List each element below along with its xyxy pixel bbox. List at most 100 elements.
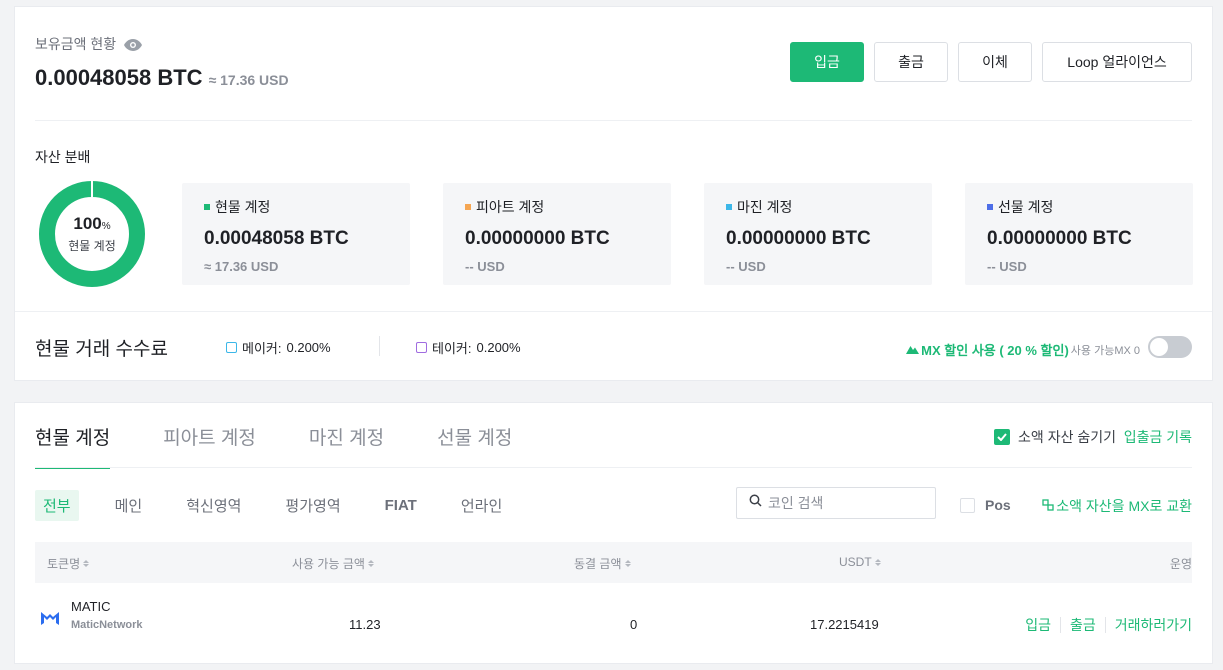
balance-btc: 0.00048058 BTC (35, 65, 203, 90)
account-usd: -- USD (726, 259, 766, 274)
subtab-innovation[interactable]: 혁신영역 (178, 490, 249, 521)
hide-small-label: 소액 자산 숨기기 (1018, 429, 1116, 445)
mx-discount-label: MX 할인 사용 ( 20 % 할인) (921, 343, 1069, 358)
sort-icon (83, 560, 90, 567)
taker-icon (416, 342, 427, 353)
account-value: 0.00000000 BTC (465, 228, 610, 249)
account-value: 0.00048058 BTC (204, 228, 349, 249)
maker-fee: 메이커: 0.200% (226, 338, 331, 357)
zone-filter-tabs: 전부 메인 혁신영역 평가영역 FIAT 언라인 (35, 490, 510, 521)
donut-center: 100% 현물 계정 (37, 179, 147, 289)
account-value: 0.00000000 BTC (987, 228, 1132, 249)
available-amount: 11.23 (349, 617, 381, 632)
account-name: 피아트 계정 (476, 199, 545, 215)
toggle-knob (1150, 338, 1168, 356)
mx-available: 사용 가능MX 0 (1070, 344, 1140, 357)
loop-alliance-button[interactable]: Loop 얼라이언스 (1042, 42, 1192, 82)
spot-color-marker (204, 204, 210, 210)
balance-usd: ≈ 17.36 USD (208, 72, 289, 88)
tab-spot[interactable]: 현물 계정 (35, 423, 111, 469)
donut-percent: 100% (73, 214, 111, 233)
tab-margin[interactable]: 마진 계정 (309, 423, 384, 469)
overview-title: 보유금액 현황 (35, 36, 117, 52)
token-fullname: MaticNetwork (71, 619, 143, 631)
row-actions: 입금 출금 거래하러가기 (1016, 615, 1192, 635)
mx-icon (906, 342, 920, 357)
fee-separator (379, 336, 380, 356)
sort-icon (624, 560, 631, 567)
table-header: 토큰명 사용 가능 금액 동결 금액 USDT 운영 (35, 542, 1192, 583)
pos-filter[interactable]: Pos (960, 497, 1011, 513)
deposit-withdraw-history-link[interactable]: 입출금 기록 (1124, 427, 1192, 447)
account-value: 0.00000000 BTC (726, 228, 871, 249)
convert-label: 소액 자산을 MX로 교환 (1056, 498, 1192, 514)
pos-label: Pos (985, 497, 1011, 513)
search-input[interactable] (768, 495, 928, 511)
account-card-margin[interactable]: 마진 계정 0.00000000 BTC -- USD (704, 183, 932, 285)
account-name: 마진 계정 (737, 199, 793, 215)
fiat-color-marker (465, 204, 471, 210)
matic-icon (38, 606, 62, 630)
col-frozen[interactable]: 동결 금액 (574, 555, 631, 572)
convert-small-assets-link[interactable]: 소액 자산을 MX로 교환 (1042, 496, 1192, 516)
maker-label: 메이커: (242, 341, 282, 356)
row-deposit-link[interactable]: 입금 (1016, 615, 1060, 635)
taker-value: 0.200% (476, 340, 521, 355)
overview-header: 보유금액 현황 (35, 34, 143, 54)
maker-icon (226, 342, 237, 353)
eye-icon[interactable] (124, 38, 143, 51)
coin-search[interactable] (736, 487, 936, 519)
account-usd: -- USD (987, 259, 1027, 274)
row-withdraw-link[interactable]: 출금 (1061, 615, 1105, 635)
total-balance: 0.00048058 BTC ≈ 17.36 USD (35, 65, 289, 91)
fee-title: 현물 거래 수수료 (35, 339, 168, 360)
margin-color-marker (726, 204, 732, 210)
hide-small-checkbox[interactable] (994, 429, 1011, 445)
asset-overview-card: 보유금액 현황 0.00048058 BTC ≈ 17.36 USD 입금 출금… (14, 6, 1213, 381)
pos-checkbox[interactable] (960, 497, 975, 513)
row-trade-link[interactable]: 거래하러가기 (1106, 615, 1192, 635)
distribution-title: 자산 분배 (35, 149, 91, 165)
withdraw-button[interactable]: 출금 (874, 42, 948, 82)
check-icon (997, 433, 1007, 441)
convert-icon (1042, 498, 1054, 514)
divider (35, 467, 1192, 468)
col-available[interactable]: 사용 가능 금액 (292, 555, 374, 572)
overview-actions: 입금 출금 이체 Loop 얼라이언스 (790, 42, 1192, 82)
subtab-main[interactable]: 메인 (107, 490, 151, 521)
taker-fee: 테이커: 0.200% (416, 338, 521, 357)
sort-icon (874, 558, 881, 566)
table-row: MATIC MaticNetwork 11.23 0 17.2215419 입금… (35, 595, 1192, 645)
account-usd: -- USD (465, 259, 505, 274)
deposit-button[interactable]: 입금 (790, 42, 864, 82)
col-token[interactable]: 토큰명 (47, 555, 90, 572)
frozen-amount: 0 (630, 617, 638, 632)
account-card-fiat[interactable]: 피아트 계정 0.00000000 BTC -- USD (443, 183, 671, 285)
donut-label: 현물 계정 (68, 239, 116, 253)
search-icon (749, 494, 762, 512)
divider (15, 311, 1212, 312)
tab-futures[interactable]: 선물 계정 (437, 423, 512, 469)
account-card-futures[interactable]: 선물 계정 0.00000000 BTC -- USD (965, 183, 1193, 285)
account-name: 현물 계정 (215, 199, 271, 215)
maker-value: 0.200% (286, 340, 331, 355)
hide-small-assets[interactable]: 소액 자산 숨기기 (994, 427, 1116, 447)
account-name: 선물 계정 (998, 199, 1054, 215)
subtab-assessment[interactable]: 평가영역 (277, 490, 348, 521)
transfer-button[interactable]: 이체 (958, 42, 1032, 82)
futures-color-marker (987, 204, 993, 210)
subtab-online[interactable]: 언라인 (453, 490, 510, 521)
taker-label: 테이커: (432, 341, 472, 356)
tab-fiat[interactable]: 피아트 계정 (163, 423, 256, 469)
sort-icon (367, 560, 374, 567)
col-usdt[interactable]: USDT (839, 555, 881, 569)
spot-assets-card: 현물 계정 피아트 계정 마진 계정 선물 계정 소액 자산 숨기기 입출금 기… (14, 402, 1213, 664)
divider (35, 120, 1192, 121)
col-operations: 운영 (1169, 557, 1192, 571)
account-card-spot[interactable]: 현물 계정 0.00048058 BTC ≈ 17.36 USD (182, 183, 410, 285)
account-usd: ≈ 17.36 USD (204, 259, 279, 274)
subtab-fiat[interactable]: FIAT (377, 492, 425, 519)
subtab-all[interactable]: 전부 (35, 490, 79, 521)
mx-discount-toggle[interactable] (1148, 336, 1192, 358)
usdt-value: 17.2215419 (810, 617, 879, 632)
